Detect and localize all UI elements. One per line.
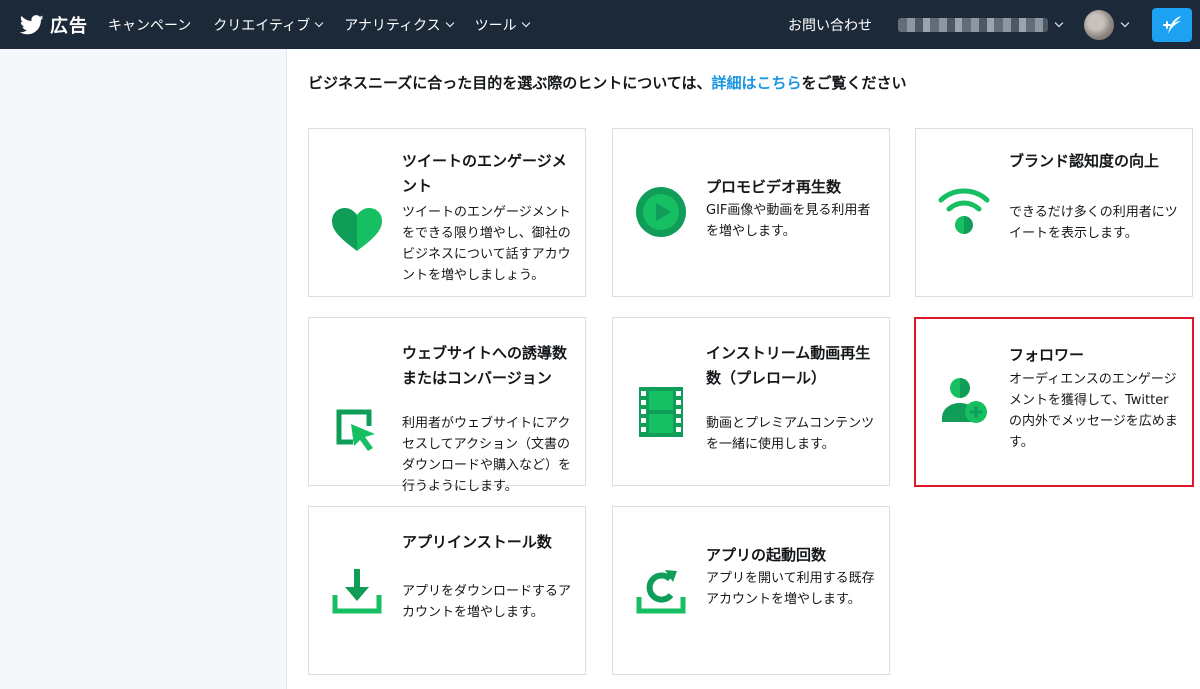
play-circle-icon — [636, 187, 686, 237]
hint-suffix: をご覧ください — [801, 74, 907, 92]
card-description: ツイートのエンゲージメントをできる限り増やし、御社のビジネスについて話すアカウン… — [402, 205, 571, 283]
objective-card-app-opens[interactable]: アプリの起動回数 アプリを開いて利用する既存アカウントを増やします。 — [612, 506, 890, 675]
card-title: アプリの起動回数 — [706, 546, 827, 564]
objective-card-app-installs[interactable]: アプリインストール数 アプリをダウンロードするアカウントを増やします。 — [308, 506, 586, 675]
objective-card-website-conversions[interactable]: ウェブサイトへの誘導数またはコンバージョン 利用者がウェブサイトにアクセスしてア… — [308, 317, 586, 494]
compose-button[interactable] — [1152, 7, 1192, 42]
heart-icon — [332, 208, 382, 251]
card-description: アプリを開いて利用する既存アカウントを増やします。 — [706, 571, 875, 607]
brand[interactable]: 広告 — [20, 12, 88, 38]
brand-label: 広告 — [50, 15, 88, 37]
nav-creatives[interactable]: クリエイティブ — [213, 15, 324, 35]
card-description: GIF画像や動画を見る利用者を増やします。 — [706, 203, 871, 239]
card-description: 動画とプレミアムコンテンツを一緒に使用します。 — [706, 416, 875, 452]
objective-card-awareness[interactable]: ブランド認知度の向上 できるだけ多くの利用者にツイートを表示します。 — [915, 128, 1193, 297]
card-title: プロモビデオ再生数 — [706, 178, 842, 196]
card-title: アプリインストール数 — [402, 533, 552, 551]
card-title: ウェブサイトへの誘導数またはコンバージョン — [402, 344, 568, 387]
avatar — [1084, 9, 1114, 40]
objective-card-video-views[interactable]: プロモビデオ再生数 GIF画像や動画を見る利用者を増やします。 — [612, 128, 890, 297]
left-sidebar — [0, 49, 287, 689]
nav-campaigns-label: キャンペーン — [108, 17, 192, 34]
contact-link[interactable]: お問い合わせ — [788, 15, 872, 35]
chevron-down-icon — [314, 18, 324, 28]
learn-more-link[interactable]: 詳細はこちら — [712, 74, 802, 92]
card-title: ツイートのエンゲージメント — [402, 152, 567, 195]
card-description: オーディエンスのエンゲージメントを獲得して、Twitterの内外でメッセージを広… — [1009, 372, 1178, 450]
nav-tools-label: ツール — [474, 17, 517, 34]
chevron-down-icon — [1054, 18, 1064, 28]
download-icon — [332, 569, 382, 614]
cursor-click-icon — [336, 409, 375, 451]
user-menu[interactable] — [1084, 9, 1130, 40]
card-title: フォロワー — [1009, 346, 1085, 364]
chevron-down-icon — [521, 18, 530, 28]
compose-icon — [1163, 15, 1181, 34]
nav-analytics-label: アナリティクス — [344, 17, 441, 34]
account-name-blurred — [898, 17, 1048, 32]
objective-card-followers[interactable]: フォロワー オーディエンスのエンゲージメントを獲得して、Twitterの内外でメ… — [914, 317, 1194, 487]
card-description: 利用者がウェブサイトにアクセスしてアクション（文書のダウンロードや購入など）を行… — [402, 416, 572, 494]
main-nav: キャンペーン クリエイティブ アナリティクス ツール — [108, 15, 551, 35]
card-title: インストリーム動画再生数（プレロール） — [706, 344, 871, 387]
card-description: できるだけ多くの利用者にツイートを表示します。 — [1009, 205, 1178, 241]
add-follower-icon — [942, 378, 987, 423]
header-right: お問い合わせ — [788, 0, 1200, 49]
objective-hint: ビジネスニーズに合った目的を選ぶ際のヒントについては、詳細はこちらをご覧ください — [308, 72, 907, 93]
nav-creatives-label: クリエイティブ — [213, 17, 311, 34]
chevron-down-icon — [1120, 18, 1130, 28]
card-description: アプリをダウンロードするアカウントを増やします。 — [402, 584, 572, 620]
card-title: ブランド認知度の向上 — [1009, 152, 1160, 170]
film-strip-icon — [639, 387, 683, 437]
account-switcher[interactable] — [898, 17, 1064, 32]
top-navigation-bar: 広告 キャンペーン クリエイティブ アナリティクス ツール お問い合わせ — [0, 0, 1200, 49]
objective-card-instream-video[interactable]: インストリーム動画再生数（プレロール） 動画とプレミアムコンテンツを一緒に使用し… — [612, 317, 890, 486]
broadcast-icon — [938, 188, 990, 234]
nav-campaigns[interactable]: キャンペーン — [108, 15, 191, 35]
nav-analytics[interactable]: アナリティクス — [344, 15, 454, 35]
chevron-down-icon — [445, 18, 454, 28]
objective-card-engagement[interactable]: ツイートのエンゲージメント ツイートのエンゲージメントをできる限り増やし、御社の… — [308, 128, 586, 297]
refresh-icon — [636, 570, 686, 614]
twitter-bird-icon — [20, 14, 44, 34]
hint-prefix: ビジネスニーズに合った目的を選ぶ際のヒントについては、 — [308, 74, 712, 92]
nav-tools[interactable]: ツール — [474, 15, 530, 35]
